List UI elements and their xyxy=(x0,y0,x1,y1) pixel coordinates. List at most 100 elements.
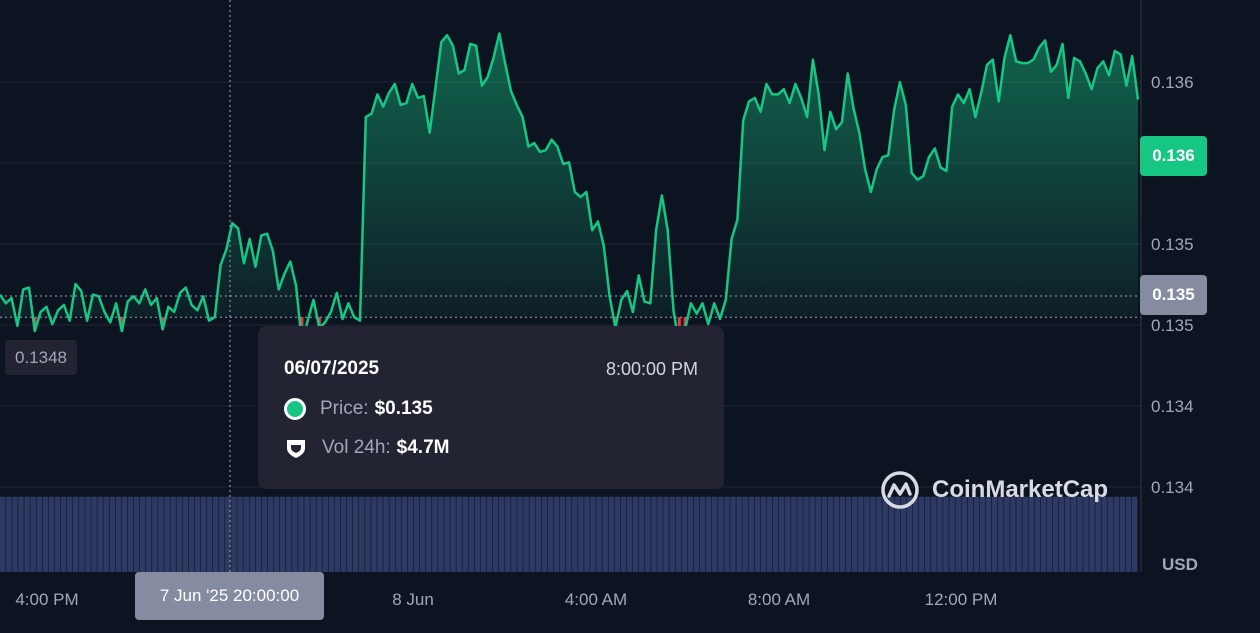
volume-bar xyxy=(194,496,201,572)
volume-bar xyxy=(109,496,116,572)
price-chart[interactable]: 0.1360.1350.1350.1340.134 4:00 PM 8 Jun 4:… xyxy=(0,0,1260,633)
volume-bar xyxy=(523,496,529,572)
volume-bar xyxy=(559,496,566,572)
volume-bar xyxy=(444,496,450,572)
volume-bar xyxy=(97,496,103,572)
volume-bar xyxy=(121,496,128,572)
volume-bar xyxy=(200,496,207,572)
tooltip-price-value: $0.135 xyxy=(374,398,433,419)
volume-bar xyxy=(724,496,730,572)
volume-bar xyxy=(304,496,310,572)
volume-bar xyxy=(425,496,432,572)
volume-bar xyxy=(419,496,426,572)
volume-bar xyxy=(371,496,377,572)
volume-bar xyxy=(730,496,736,572)
volume-bar xyxy=(334,496,341,572)
coinmarketcap-watermark: CoinMarketCap xyxy=(880,470,1108,510)
volume-bar xyxy=(839,496,846,572)
volume-bar xyxy=(164,496,170,572)
volume-bar xyxy=(316,496,322,572)
volume-bar xyxy=(712,496,718,572)
volume-bar xyxy=(620,496,627,572)
volume-bar xyxy=(182,496,189,572)
volume-bar xyxy=(675,496,681,572)
volume-bar xyxy=(748,496,755,572)
volume-bar xyxy=(310,496,316,572)
volume-bar xyxy=(468,496,475,572)
volume-bar xyxy=(115,496,122,572)
volume-bar xyxy=(158,496,164,572)
volume-bar xyxy=(766,496,773,572)
volume-bar xyxy=(6,496,12,572)
price-area-fill xyxy=(0,33,1138,347)
volume-bar xyxy=(803,496,809,572)
volume-bar xyxy=(298,496,304,572)
volume-bar xyxy=(60,496,67,572)
volume-bar xyxy=(845,496,852,572)
volume-bar xyxy=(547,496,554,572)
volume-bar xyxy=(328,496,335,572)
volume-bar xyxy=(152,496,158,572)
volume-bar xyxy=(450,496,456,572)
volume-bar xyxy=(255,496,262,572)
volume-bar xyxy=(1125,496,1132,572)
volume-bar xyxy=(383,496,389,572)
crosshair-price-badge: 0.135 xyxy=(1140,275,1207,315)
volume-bar xyxy=(864,496,870,572)
volume-bar xyxy=(133,496,140,572)
volume-bar xyxy=(499,496,505,572)
volume-bar xyxy=(322,496,329,572)
volume-bar xyxy=(438,496,444,572)
current-price-badge: 0.136 xyxy=(1140,136,1207,176)
coinmarketcap-logo-icon xyxy=(881,471,919,509)
volume-bar xyxy=(139,496,146,572)
volume-bar xyxy=(170,496,176,572)
volume-bar xyxy=(736,496,742,572)
volume-bar xyxy=(407,496,414,572)
volume-bar xyxy=(91,496,97,572)
volume-bar xyxy=(632,496,639,572)
volume-bar xyxy=(626,496,633,572)
volume-bar xyxy=(206,496,213,572)
volume-bar xyxy=(66,496,73,572)
volume-bar xyxy=(693,496,700,572)
volume-bar xyxy=(821,496,828,572)
volume-bar xyxy=(870,496,876,572)
volume-bar xyxy=(456,496,462,572)
volume-bar xyxy=(462,496,468,572)
volume-bar xyxy=(365,496,371,572)
volume-bar xyxy=(511,496,517,572)
volume-bar xyxy=(292,496,298,572)
tooltip-date: 06/07/2025 xyxy=(284,358,380,379)
volume-bar xyxy=(389,496,395,572)
volume-bar xyxy=(645,496,651,572)
volume-bar xyxy=(651,496,657,572)
volume-bar xyxy=(797,496,803,572)
volume-bar xyxy=(809,496,815,572)
volume-bar xyxy=(858,496,864,572)
volume-shield-icon xyxy=(287,440,305,458)
x-tick-label: 8:00 AM xyxy=(748,590,810,609)
tooltip-volume-label: Vol 24h: xyxy=(322,437,391,458)
volume-bar xyxy=(584,496,590,572)
volume-bar xyxy=(377,496,383,572)
volume-bar xyxy=(602,496,608,572)
x-tick-label: 8 Jun xyxy=(392,590,434,609)
volume-bar xyxy=(590,496,596,572)
volume-bar xyxy=(413,496,420,572)
volume-bar xyxy=(1131,496,1138,572)
x-tick-label: 12:00 PM xyxy=(925,590,998,609)
volume-bar xyxy=(212,496,219,572)
volume-bar xyxy=(657,496,663,572)
volume-bar xyxy=(529,496,535,572)
volume-bar xyxy=(535,496,542,572)
volume-bar xyxy=(79,496,85,572)
watermark-brand-text: CoinMarketCap xyxy=(932,476,1109,503)
currency-unit-label: USD xyxy=(1162,555,1198,574)
volume-bar xyxy=(687,496,694,572)
volume-bar xyxy=(718,496,724,572)
volume-bar xyxy=(517,496,523,572)
volume-bar xyxy=(42,496,49,572)
tooltip-price-row: Price: $0.135 xyxy=(284,398,433,420)
x-tick-label: 4:00 PM xyxy=(15,590,78,609)
